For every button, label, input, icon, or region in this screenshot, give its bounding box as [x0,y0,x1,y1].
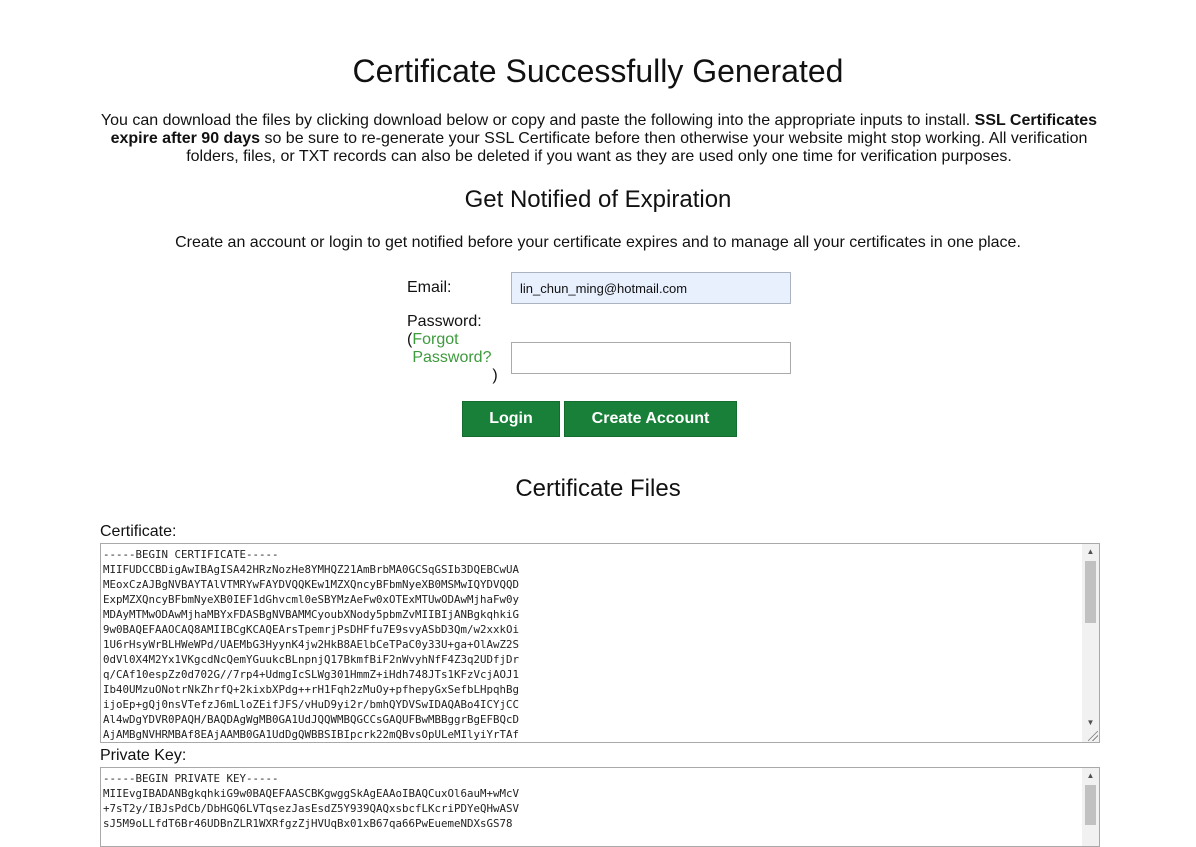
scroll-up-icon[interactable]: ▲ [1082,768,1099,783]
private-key-label: Private Key: [100,747,187,764]
intro-text-start: You can download the files by clicking d… [100,112,975,129]
notify-heading: Get Notified of Expiration [464,186,732,213]
certificate-text[interactable]: -----BEGIN CERTIFICATE----- MIIFUDCCBDig… [101,544,1073,742]
password-label-group: Password: (Forgot Password?) [407,313,503,384]
email-label: Email: [407,279,452,296]
forgot-password-line: (Forgot Password?) [407,331,503,384]
intro-text-end: so be sure to re-generate your SSL Certi… [186,130,1088,165]
private-key-scrollbar[interactable]: ▲ [1082,768,1099,846]
scroll-thumb[interactable] [1085,561,1096,623]
email-field[interactable] [511,272,791,304]
private-key-text[interactable]: -----BEGIN PRIVATE KEY----- MIIEvgIBADAN… [101,768,1073,831]
resize-handle-icon[interactable] [1088,731,1098,741]
notify-text: Create an account or login to get notifi… [175,234,1021,251]
certificate-label: Certificate: [100,523,177,540]
password-label: Password: [407,313,482,330]
scroll-up-icon[interactable]: ▲ [1082,544,1099,559]
login-button[interactable]: Login [462,401,560,437]
forgot-password-link[interactable]: Forgot Password? [412,331,497,367]
certificate-scrollbar[interactable]: ▲ ▼ [1082,544,1099,742]
scroll-down-icon[interactable]: ▼ [1082,715,1099,730]
password-field[interactable] [511,342,791,374]
scroll-thumb[interactable] [1085,785,1096,825]
certificate-textarea[interactable]: -----BEGIN CERTIFICATE----- MIIFUDCCBDig… [100,543,1100,743]
certificate-files-heading: Certificate Files [515,475,681,502]
private-key-textarea[interactable]: -----BEGIN PRIVATE KEY----- MIIEvgIBADAN… [100,767,1100,847]
forgot-close-paren: ) [492,367,498,384]
create-account-button[interactable]: Create Account [564,401,737,437]
intro-text: You can download the files by clicking d… [98,112,1100,166]
certificate-page: Certificate Successfully Generated You c… [0,0,1196,847]
page-title: Certificate Successfully Generated [352,53,844,89]
